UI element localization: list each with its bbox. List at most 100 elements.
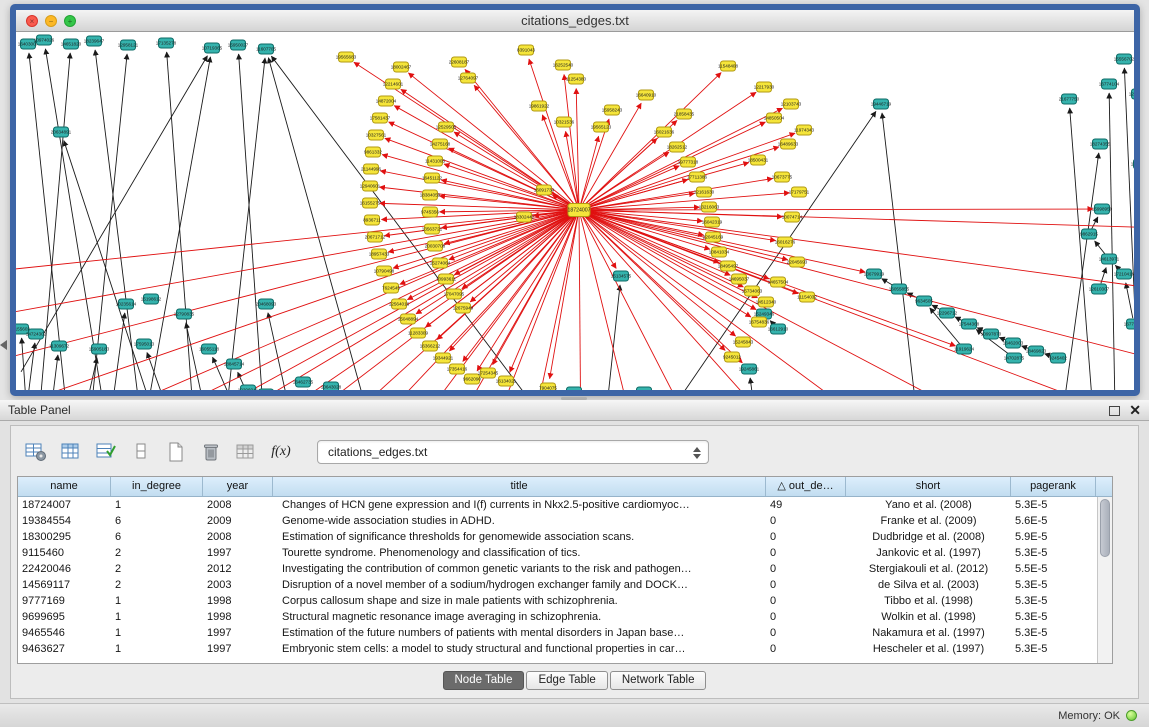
graph-edge[interactable]: [579, 133, 795, 210]
table-cell[interactable]: 5.3E-5: [1011, 641, 1096, 657]
graph-node[interactable]: 19861922: [529, 101, 550, 111]
graph-node[interactable]: 18469823: [1026, 346, 1047, 356]
graph-edge[interactable]: [579, 210, 757, 298]
graph-edge[interactable]: [579, 210, 1134, 290]
table-cell[interactable]: 0: [766, 625, 846, 641]
column-header-4[interactable]: △ out_de…: [766, 477, 846, 496]
new-table-button[interactable]: [163, 439, 189, 465]
table-cell[interactable]: Disruption of a novel member of a sodium…: [273, 577, 766, 593]
graph-node[interactable]: 15998950: [1092, 204, 1113, 214]
column-header-3[interactable]: title: [273, 477, 766, 496]
merge-rows-button[interactable]: [128, 439, 154, 465]
graph-node[interactable]: 18262512: [667, 142, 688, 152]
graph-node[interactable]: 12775044: [1129, 89, 1134, 99]
graph-node[interactable]: 10643028: [321, 382, 342, 390]
graph-node[interactable]: 15274064: [430, 258, 451, 268]
graph-node[interactable]: 18495497: [718, 261, 739, 271]
graph-node[interactable]: 21677750: [1059, 94, 1080, 104]
table-cell[interactable]: 1: [111, 625, 203, 641]
graph-edge[interactable]: [268, 58, 379, 390]
table-cell[interactable]: 5.3E-5: [1011, 545, 1096, 561]
graph-node[interactable]: 10719365: [202, 43, 223, 53]
graph-edge[interactable]: [566, 131, 579, 210]
graph-node[interactable]: 9536098: [257, 389, 275, 390]
graph-node[interactable]: 16042319: [702, 217, 723, 227]
graph-node[interactable]: 10974026: [34, 35, 55, 45]
graph-node[interactable]: 18274355: [1090, 139, 1111, 149]
table-cell[interactable]: 2008: [203, 529, 273, 545]
graph-node[interactable]: 17179751: [789, 187, 810, 197]
graph-node[interactable]: 9861332: [364, 147, 382, 157]
close-panel-icon[interactable]: ✕: [1129, 400, 1141, 421]
graph-node[interactable]: 16754836: [749, 317, 770, 327]
collapse-panel-arrow-icon[interactable]: [0, 340, 7, 350]
table-cell[interactable]: 2: [111, 545, 203, 561]
table-cell[interactable]: 0: [766, 545, 846, 561]
graph-node[interactable]: 8391043: [517, 45, 535, 55]
graph-node[interactable]: 18302442: [514, 212, 535, 222]
graph-node[interactable]: 19245861: [739, 364, 760, 374]
graph-node[interactable]: 11974343: [794, 125, 815, 135]
graph-edge[interactable]: [1126, 283, 1133, 318]
table-cell[interactable]: 1: [111, 641, 203, 657]
graph-node[interactable]: 20634891: [51, 127, 72, 137]
graph-node[interactable]: 21144996: [361, 164, 382, 174]
graph-node[interactable]: 16612910: [768, 324, 789, 334]
column-header-2[interactable]: year: [203, 477, 273, 496]
graph-node[interactable]: 12940601: [360, 181, 381, 191]
graph-edge[interactable]: [579, 210, 783, 217]
graph-node[interactable]: 12217930: [754, 82, 775, 92]
graph-node[interactable]: 9862915: [1080, 229, 1098, 239]
graph-node[interactable]: 10327561: [366, 130, 387, 140]
graph-node[interactable]: 22045693: [787, 257, 808, 267]
table-cell[interactable]: 0: [766, 561, 846, 577]
table-options-button[interactable]: [23, 439, 49, 465]
table-cell[interactable]: Corpus callosum shape and size in male p…: [273, 593, 766, 609]
table-cell[interactable]: 2003: [203, 577, 273, 593]
graph-node[interactable]: 12214601: [383, 79, 404, 89]
graph-node[interactable]: 15950027: [228, 40, 249, 50]
table-cell[interactable]: 9465546: [18, 625, 111, 641]
graph-node[interactable]: 11309672: [49, 341, 70, 351]
minimize-window-button[interactable]: −: [45, 15, 57, 27]
table-cell[interactable]: 2: [111, 577, 203, 593]
graph-node[interactable]: 21858435: [674, 109, 695, 119]
graph-node[interactable]: 7904075: [539, 383, 557, 390]
graph-edge[interactable]: [186, 323, 215, 390]
table-cell[interactable]: 0: [766, 529, 846, 545]
graph-edge[interactable]: [579, 210, 798, 294]
function-builder-button[interactable]: f(x): [268, 439, 294, 465]
graph-node[interactable]: 16366212: [420, 341, 441, 351]
graph-node[interactable]: 10790498: [374, 266, 395, 276]
graph-edge[interactable]: [64, 141, 164, 390]
table-cell[interactable]: 1997: [203, 641, 273, 657]
graph-edge[interactable]: [1070, 108, 1096, 390]
graph-node[interactable]: 16134021: [496, 376, 517, 386]
graph-node[interactable]: 9634505: [915, 296, 933, 306]
graph-node[interactable]: 19777318: [678, 157, 699, 167]
table-row[interactable]: 946362711997Embryonic stem cells: a mode…: [18, 641, 1097, 657]
table-cell[interactable]: 5.9E-5: [1011, 529, 1096, 545]
import-table-button[interactable]: [233, 439, 259, 465]
graph-edge[interactable]: [602, 285, 620, 390]
graph-node[interactable]: 15198612: [141, 294, 162, 304]
table-cell[interactable]: 18724007: [18, 497, 111, 513]
graph-edge[interactable]: [107, 313, 125, 390]
table-cell[interactable]: Nakamura et al. (1997): [846, 625, 1011, 641]
zoom-window-button[interactable]: +: [64, 15, 76, 27]
table-cell[interactable]: 0: [766, 641, 846, 657]
table-cell[interactable]: 5.3E-5: [1011, 577, 1096, 593]
graph-node[interactable]: 14702875: [1004, 353, 1025, 363]
graph-edge[interactable]: [579, 209, 1093, 210]
table-cell[interactable]: 5.3E-5: [1011, 625, 1096, 641]
graph-node[interactable]: 20030708: [425, 241, 446, 251]
table-cell[interactable]: 9463627: [18, 641, 111, 657]
graph-node[interactable]: 17544368: [959, 319, 980, 329]
table-cell[interactable]: Genome-wide association studies in ADHD.: [273, 513, 766, 529]
table-row[interactable]: 969969511998Structural magnetic resonanc…: [18, 609, 1097, 625]
tab-edge-table[interactable]: Edge Table: [526, 671, 607, 690]
graph-node[interactable]: 16016276: [775, 237, 796, 247]
graph-node[interactable]: 12790835: [174, 309, 195, 319]
graph-node[interactable]: 19344921: [433, 353, 454, 363]
graph-node[interactable]: 10321536: [554, 117, 575, 127]
